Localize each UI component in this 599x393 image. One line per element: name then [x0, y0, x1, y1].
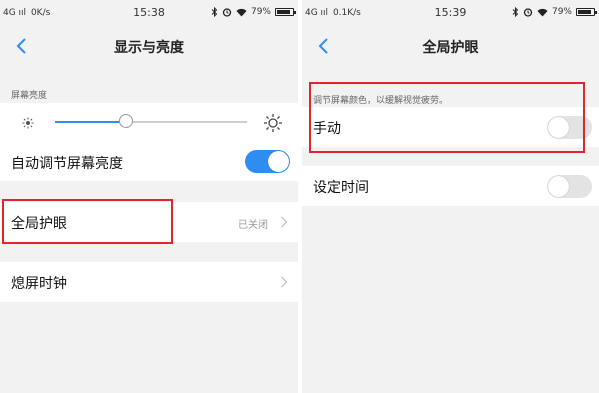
page-title: 全局护眼: [422, 40, 479, 56]
eye-protection-status: 已关闭: [238, 220, 268, 231]
battery-icon: [275, 8, 296, 16]
auto-brightness-label: 自动调节屏幕亮度: [11, 156, 123, 172]
eye-protection-row[interactable]: 全局护眼 已关闭: [0, 202, 298, 242]
bluetooth-icon: [512, 7, 519, 17]
left-screen: 4G ııl 0K/s 15:38 79% 显示与亮度 屏幕亮度 自动调节屏幕亮…: [0, 0, 298, 393]
schedule-toggle[interactable]: [547, 175, 592, 198]
brightness-row: [0, 103, 298, 143]
chevron-right-icon: [281, 216, 288, 228]
right-screen: 4G ııl 0.1K/s 15:39 79% 全局护眼 调节屏幕颜色，以缓解视…: [302, 0, 599, 393]
eye-protection-label: 全局护眼: [11, 216, 67, 232]
battery-percent: 79%: [551, 7, 572, 17]
eye-protection-description: 调节屏幕颜色，以缓解视觉疲劳。: [313, 96, 449, 106]
auto-brightness-toggle[interactable]: [245, 150, 290, 173]
sun-small-icon: [22, 117, 34, 129]
sun-large-icon: [264, 114, 282, 132]
status-bar: 4G ııl 0K/s 15:38 79%: [0, 0, 298, 26]
alarm-icon: [523, 8, 533, 17]
chevron-right-icon: [281, 276, 288, 288]
screen-off-clock-row[interactable]: 熄屏时钟: [0, 262, 298, 302]
brightness-section-label: 屏幕亮度: [11, 91, 48, 101]
alarm-icon: [222, 8, 232, 17]
nav-bar: 显示与亮度: [0, 26, 298, 66]
brightness-slider-thumb[interactable]: [119, 114, 134, 128]
battery-percent: 79%: [250, 7, 271, 17]
schedule-label: 设定时间: [313, 180, 369, 196]
nav-bar: 全局护眼: [302, 26, 599, 66]
auto-brightness-row: 自动调节屏幕亮度: [0, 143, 298, 181]
schedule-row: 设定时间: [302, 166, 599, 206]
manual-row: 手动: [302, 107, 599, 147]
manual-label: 手动: [313, 121, 341, 137]
battery-icon: [576, 8, 597, 16]
wifi-icon: [537, 8, 548, 16]
bluetooth-icon: [211, 7, 218, 17]
brightness-slider[interactable]: [55, 114, 247, 128]
wifi-icon: [236, 8, 247, 16]
brightness-slider-fill: [55, 121, 127, 123]
manual-toggle[interactable]: [547, 116, 592, 139]
screen-off-clock-label: 熄屏时钟: [11, 276, 67, 292]
status-bar: 4G ııl 0.1K/s 15:39 79%: [302, 0, 599, 26]
page-title: 显示与亮度: [114, 40, 184, 56]
